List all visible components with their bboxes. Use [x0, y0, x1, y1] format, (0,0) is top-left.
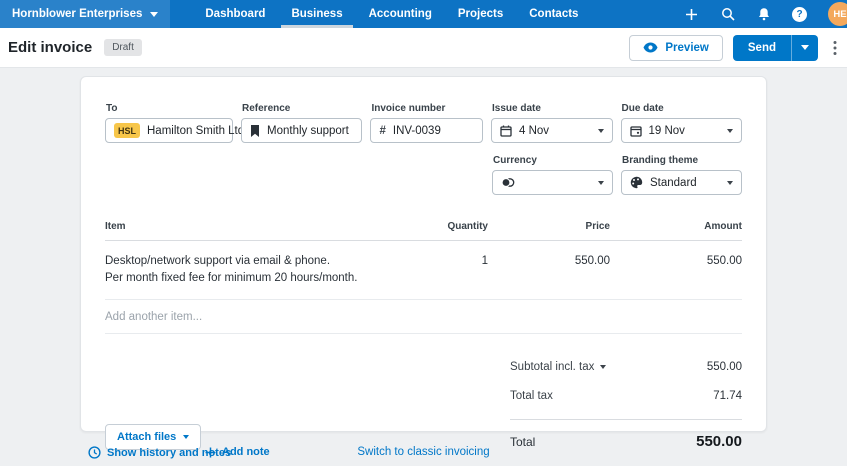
history-icon	[88, 446, 101, 459]
subtotal-row: Subtotal incl. tax 550.00	[510, 361, 742, 373]
table-row[interactable]: Desktop/network support via email & phon…	[105, 241, 742, 300]
eye-icon	[643, 42, 658, 53]
plus-icon	[205, 447, 216, 458]
branding-theme-select[interactable]: Standard	[621, 170, 742, 195]
invoice-number-input[interactable]: # INV-0039	[370, 118, 483, 143]
add-item-input[interactable]: Add another item...	[105, 300, 742, 334]
calendar-icon	[500, 125, 512, 137]
status-badge: Draft	[104, 39, 142, 56]
bookmark-icon	[250, 125, 260, 137]
content-area: To HSL Hamilton Smith Ltd × Reference Mo…	[0, 68, 847, 460]
help-icon[interactable]: ?	[792, 7, 807, 22]
item-amount: 550.00	[610, 253, 742, 270]
chevron-down-icon	[801, 45, 809, 50]
subtotal-dropdown[interactable]: Subtotal incl. tax	[510, 361, 606, 373]
nav-contacts[interactable]: Contacts	[521, 0, 586, 28]
org-switcher[interactable]: Hornblower Enterprises	[0, 0, 170, 28]
issue-date-field: Issue date 4 Nov	[491, 103, 612, 143]
invoice-fields-row-2: Currency Branding theme Standard	[492, 155, 742, 195]
invoice-fields-row-1: To HSL Hamilton Smith Ltd × Reference Mo…	[105, 103, 742, 143]
reference-field: Reference Monthly support	[241, 103, 362, 143]
chevron-down-icon	[598, 181, 604, 185]
bell-icon[interactable]	[756, 7, 771, 22]
hash-icon: #	[379, 125, 385, 137]
add-note-link[interactable]: Add note	[205, 446, 270, 458]
total-tax-value: 71.74	[713, 390, 742, 402]
page-title: Edit invoice	[8, 39, 92, 56]
search-icon[interactable]	[720, 7, 735, 22]
due-date-input[interactable]: 19 Nov	[621, 118, 742, 143]
invoice-card: To HSL Hamilton Smith Ltd × Reference Mo…	[80, 76, 767, 432]
contact-name: Hamilton Smith Ltd	[147, 125, 244, 137]
item-quantity: 1	[398, 253, 488, 270]
reference-input[interactable]: Monthly support	[241, 118, 362, 143]
to-input[interactable]: HSL Hamilton Smith Ltd ×	[105, 118, 233, 143]
topbar-icons: ? HE	[684, 0, 847, 28]
chevron-down-icon	[600, 365, 606, 369]
nav-dashboard[interactable]: Dashboard	[197, 0, 273, 28]
chevron-down-icon	[150, 12, 158, 17]
calendar-icon	[630, 125, 642, 137]
chevron-down-icon	[727, 129, 733, 133]
line-items-table: Item Quantity Price Amount Desktop/netwo…	[105, 221, 742, 334]
branding-theme-field: Branding theme Standard	[621, 155, 742, 195]
topbar: Hornblower Enterprises Dashboard Busines…	[0, 0, 847, 28]
total-tax-row: Total tax 71.74	[510, 390, 742, 402]
invoice-number-field: Invoice number # INV-0039	[370, 103, 483, 143]
preview-button[interactable]: Preview	[629, 35, 722, 61]
totals-panel: Subtotal incl. tax 550.00 Total tax 71.7…	[510, 361, 742, 450]
nav-projects[interactable]: Projects	[450, 0, 511, 28]
more-options-icon[interactable]	[833, 40, 837, 56]
main-nav: Dashboard Business Accounting Projects C…	[192, 0, 591, 28]
plus-icon[interactable]	[684, 7, 699, 22]
to-field: To HSL Hamilton Smith Ltd ×	[105, 103, 233, 143]
issue-date-input[interactable]: 4 Nov	[491, 118, 612, 143]
table-header: Item Quantity Price Amount	[105, 221, 742, 241]
org-name: Hornblower Enterprises	[12, 8, 142, 20]
nav-accounting[interactable]: Accounting	[361, 0, 440, 28]
chevron-down-icon	[598, 129, 604, 133]
header-actions: Preview Send	[629, 35, 837, 61]
due-date-field: Due date 19 Nov	[621, 103, 742, 143]
item-description: Desktop/network support via email & phon…	[105, 253, 398, 287]
avatar[interactable]: HE	[828, 2, 847, 26]
chevron-down-icon	[727, 181, 733, 185]
card-bottom: Attach files Subtotal incl. tax 550.00 T…	[105, 361, 742, 450]
currency-select[interactable]	[492, 170, 613, 195]
palette-icon	[630, 176, 643, 189]
footer-links: Show history and notes Add note Switch t…	[80, 446, 767, 466]
switch-classic-link[interactable]: Switch to classic invoicing	[357, 446, 489, 458]
subtotal-value: 550.00	[707, 361, 742, 373]
send-split-button: Send	[733, 35, 818, 61]
currency-field: Currency	[492, 155, 613, 195]
coins-icon	[501, 176, 515, 189]
chevron-down-icon	[183, 435, 189, 439]
item-price: 550.00	[488, 253, 610, 270]
send-button[interactable]: Send	[733, 35, 791, 61]
nav-business[interactable]: Business	[283, 0, 350, 28]
contact-chip: HSL	[114, 123, 140, 138]
page-header: Edit invoice Draft Preview Send	[0, 28, 847, 68]
send-dropdown-button[interactable]	[791, 35, 818, 61]
